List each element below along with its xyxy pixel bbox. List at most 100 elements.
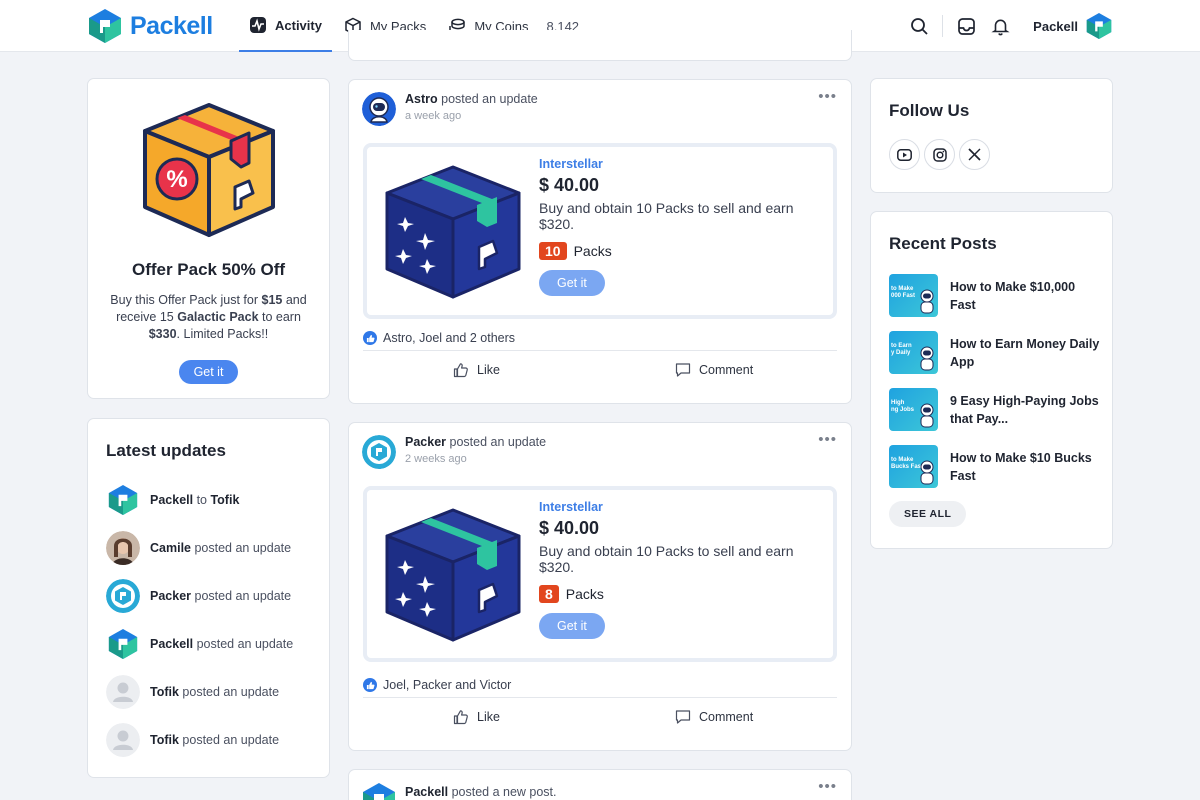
user-avatar-logo-icon[interactable]: [1086, 12, 1112, 40]
packell-logo-icon: [108, 485, 138, 515]
product-get-it-button[interactable]: Get it: [539, 270, 605, 296]
social-links: [889, 139, 990, 170]
product-price: $ 40.00: [539, 518, 600, 538]
latest-update-item[interactable]: Packell to Tofik: [106, 476, 316, 524]
update-text: Tofik posted an update: [150, 733, 280, 747]
recent-post-thumbnail[interactable]: High ng Jobs: [889, 388, 938, 431]
recent-post-title[interactable]: 9 Easy High-Paying Jobs that Pay...: [950, 392, 1104, 428]
recent-posts-title: Recent Posts: [889, 234, 997, 253]
post-menu-button[interactable]: •••: [818, 88, 837, 105]
astronaut-icon: [920, 289, 934, 314]
product-card: Interstellar $ 40.00 Buy and obtain 10 P…: [363, 143, 837, 319]
instagram-link[interactable]: [924, 139, 955, 170]
post-menu-button[interactable]: •••: [818, 778, 837, 795]
latest-update-item[interactable]: Packer posted an update: [106, 572, 316, 620]
packs-label: Packs: [573, 243, 612, 259]
post-divider: [363, 350, 837, 351]
like-button[interactable]: Like: [453, 362, 500, 378]
offer-description: Buy this Offer Pack just for $15 and rec…: [110, 293, 307, 341]
packell-logo-icon: [89, 9, 121, 43]
see-all-button[interactable]: SEE ALL: [889, 501, 967, 527]
offer-illustration: %: [88, 101, 329, 244]
default-user-icon: [106, 723, 140, 757]
latest-update-item[interactable]: Tofik posted an update: [106, 668, 316, 716]
comment-button[interactable]: Comment: [675, 362, 753, 378]
recent-post-thumbnail[interactable]: to Make Bucks Fast: [889, 445, 938, 488]
post-avatar[interactable]: [362, 435, 396, 469]
recent-post-item[interactable]: High ng Jobs 9 Easy High-Paying Jobs tha…: [889, 381, 1104, 438]
update-avatar[interactable]: [106, 483, 140, 517]
post-author-line: Packer posted an update: [405, 435, 547, 449]
product-image: [383, 504, 523, 649]
nav-activity-label: Activity: [275, 17, 322, 33]
product-get-it-button[interactable]: Get it: [539, 613, 605, 639]
astronaut-icon: [920, 346, 934, 371]
latest-update-item[interactable]: Packell posted an update: [106, 620, 316, 668]
comment-icon: [675, 363, 691, 377]
recent-post-item[interactable]: to Earn y Daily How to Earn Money Daily …: [889, 324, 1104, 381]
product-card: Interstellar $ 40.00 Buy and obtain 10 P…: [363, 486, 837, 662]
previous-post-card: [348, 30, 852, 61]
recent-post-title[interactable]: How to Make $10,000 Fast: [950, 278, 1104, 314]
packell-logo-icon: [363, 783, 395, 800]
messages-button[interactable]: [949, 9, 983, 43]
packs-count-row: 10 Packs: [539, 242, 819, 260]
update-avatar[interactable]: [106, 531, 140, 565]
update-avatar[interactable]: [106, 675, 140, 709]
update-text: Packell to Tofik: [150, 493, 240, 507]
brand-logo[interactable]: Packell: [88, 8, 213, 44]
post-avatar[interactable]: [362, 92, 396, 126]
offer-title: Offer Pack 50% Off: [131, 260, 286, 279]
comment-button[interactable]: Comment: [675, 709, 753, 725]
post-header: Packell posted a new post.: [362, 782, 557, 800]
recent-post-item[interactable]: to Make Bucks Fast How to Make $10 Bucks…: [889, 438, 1104, 495]
product-price: $ 40.00: [539, 175, 600, 195]
post-divider: [363, 697, 837, 698]
post-card: Packell posted a new post. •••: [348, 769, 852, 800]
astronaut-icon: [920, 403, 934, 428]
post-likes-text: Joel, Packer and Victor: [383, 678, 512, 692]
recent-post-thumbnail[interactable]: to Make 000 Fast: [889, 274, 938, 317]
update-text: Packer posted an update: [150, 589, 292, 603]
latest-updates-card: Latest updates Packell to Tofik Camile p…: [87, 418, 330, 778]
thumbs-up-icon: [453, 710, 468, 725]
activity-icon: [250, 17, 266, 33]
search-button[interactable]: [902, 9, 936, 43]
latest-update-item[interactable]: Camile posted an update: [106, 524, 316, 572]
post-likes[interactable]: Joel, Packer and Victor: [363, 678, 511, 692]
svg-text:%: %: [166, 166, 187, 193]
packs-count-badge: 10: [539, 242, 567, 260]
update-avatar[interactable]: [106, 723, 140, 757]
instagram-icon: [932, 147, 947, 162]
packs-label: Packs: [565, 586, 604, 602]
product-category[interactable]: Interstellar: [539, 500, 819, 514]
product-category[interactable]: Interstellar: [539, 157, 819, 171]
like-reaction-icon: [363, 678, 377, 692]
post-likes-text: Astro, Joel and 2 others: [383, 331, 516, 345]
latest-update-item[interactable]: Tofik posted an update: [106, 716, 316, 764]
update-text: Camile posted an update: [150, 541, 292, 555]
recent-post-title[interactable]: How to Make $10 Bucks Fast: [950, 449, 1104, 485]
search-icon: [910, 17, 928, 35]
nav-activity[interactable]: Activity: [239, 0, 332, 52]
recent-post-thumbnail[interactable]: to Earn y Daily: [889, 331, 938, 374]
post-likes[interactable]: Astro, Joel and 2 others: [363, 331, 515, 345]
brand-name: Packell: [130, 11, 213, 40]
post-menu-button[interactable]: •••: [818, 431, 837, 448]
recent-post-title[interactable]: How to Earn Money Daily App: [950, 335, 1104, 371]
update-avatar[interactable]: [106, 627, 140, 661]
recent-post-item[interactable]: to Make 000 Fast How to Make $10,000 Fas…: [889, 267, 1104, 324]
notifications-button[interactable]: [983, 9, 1017, 43]
user-name[interactable]: Packell: [1033, 19, 1078, 34]
recent-posts-card: Recent Posts to Make 000 Fast How to Mak…: [870, 211, 1113, 549]
youtube-link[interactable]: [889, 139, 920, 170]
like-button[interactable]: Like: [453, 709, 500, 725]
thumbs-up-icon: [453, 363, 468, 378]
packer-logo-icon: [362, 435, 396, 469]
update-avatar[interactable]: [106, 579, 140, 613]
x-icon: [968, 148, 981, 161]
x-link[interactable]: [959, 139, 990, 170]
offer-get-it-button[interactable]: Get it: [178, 360, 239, 384]
post-card: Astro posted an update a week ago ••• In…: [348, 79, 852, 404]
like-label: Like: [477, 710, 500, 724]
